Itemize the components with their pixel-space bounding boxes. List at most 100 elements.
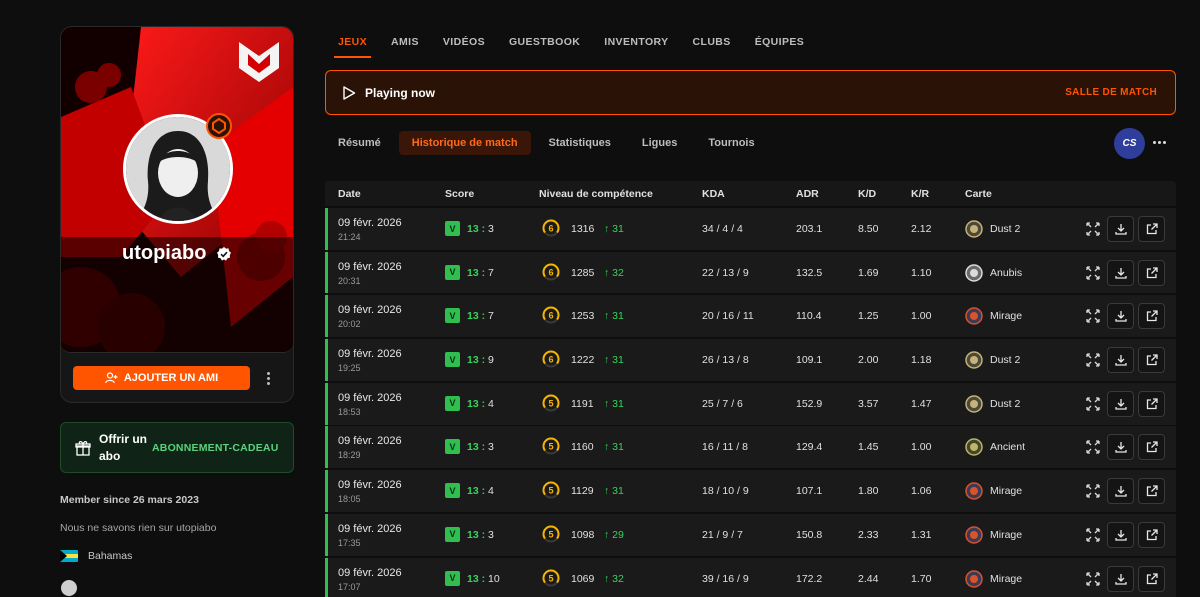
tab-jeux[interactable]: JEUX: [326, 28, 379, 58]
table-row[interactable]: 09 févr. 2026 17:07 V 13 : 10 5 1069 ↑ 32 39 / …: [325, 557, 1176, 597]
gift-icon: [75, 440, 91, 456]
score-loss: 3: [488, 528, 494, 541]
header-map: Carte: [965, 188, 992, 200]
expand-icon[interactable]: [1085, 352, 1101, 368]
expand-icon[interactable]: [1085, 308, 1101, 324]
more-options-button[interactable]: [1153, 141, 1166, 144]
expand-icon[interactable]: [1085, 439, 1101, 455]
skill-level-icon: 6: [542, 263, 560, 281]
open-match-button[interactable]: [1138, 478, 1165, 505]
table-row[interactable]: 09 févr. 2026 18:53 V 13 : 4 5 1191 ↑ 31 25 / 7…: [325, 382, 1176, 425]
elo-gain-value: 31: [612, 354, 624, 367]
open-match-button[interactable]: [1138, 434, 1165, 461]
map-name: Anubis: [990, 266, 1023, 279]
elo-gain-value: 31: [612, 397, 624, 410]
kr-value: 1.47: [911, 397, 932, 410]
map-icon: [965, 569, 983, 588]
elo-value: 1160: [571, 441, 594, 454]
open-match-button[interactable]: [1138, 216, 1165, 242]
elo-value: 1098: [571, 528, 595, 541]
map-name: Mirage: [990, 310, 1023, 323]
header-kr: K/R: [911, 188, 930, 200]
profile-more-button[interactable]: [261, 369, 275, 387]
match-time: 21:24: [338, 232, 361, 242]
score-win: 13: [467, 572, 479, 585]
external-link-icon: [1146, 572, 1158, 584]
gift-subscription-box[interactable]: Offrir un abo ABONNEMENT-CADEAU: [60, 422, 294, 473]
external-link-icon: [1146, 485, 1158, 497]
download-demo-button[interactable]: [1107, 347, 1134, 374]
kda-value: 25 / 7 / 6: [702, 397, 743, 410]
table-row[interactable]: 09 févr. 2026 20:02 V 13 : 7 6 1253 ↑ 31 20 / 1…: [325, 295, 1176, 338]
game-selector-button[interactable]: CS: [1114, 128, 1145, 159]
tab-equipes[interactable]: ÉQUIPES: [743, 28, 816, 58]
table-row[interactable]: 09 févr. 2026 17:35 V 13 : 3 5 1098 ↑ 29 21 / 9…: [325, 513, 1176, 556]
table-row[interactable]: 09 févr. 2026 20:31 V 13 : 7 6 1285 ↑ 32 22 / 1…: [325, 251, 1176, 294]
tab-amis[interactable]: AMIS: [379, 28, 431, 58]
table-row[interactable]: 09 févr. 2026 18:29 V 13 : 3 5 1160 ↑ 31 16 / 1…: [325, 426, 1176, 469]
skill-level-value: 6: [548, 267, 553, 277]
kr-value: 1.31: [911, 528, 932, 541]
subtab-match-history[interactable]: Historique de match: [398, 131, 531, 155]
map-name: Ancient: [990, 441, 1026, 454]
score-loss: 10: [488, 572, 500, 585]
download-demo-button[interactable]: [1107, 434, 1134, 461]
match-date: 09 févr. 2026: [338, 260, 402, 273]
kr-value: 2.12: [911, 223, 932, 235]
victory-badge: V: [445, 264, 460, 280]
kd-value: 2.44: [858, 572, 879, 585]
add-friend-button[interactable]: AJOUTER UN AMI: [73, 366, 250, 390]
gift-subscription-link[interactable]: ABONNEMENT-CADEAU: [152, 442, 278, 454]
expand-icon[interactable]: [1085, 396, 1101, 412]
tab-videos[interactable]: VIDÉOS: [431, 28, 497, 58]
tab-inventory[interactable]: INVENTORY: [592, 28, 680, 58]
kda-value: 39 / 16 / 9: [702, 572, 749, 585]
download-demo-button[interactable]: [1107, 303, 1134, 330]
username-row: utopiabo: [61, 242, 293, 265]
download-demo-button[interactable]: [1107, 478, 1134, 505]
header-kd: K/D: [858, 188, 877, 200]
match-date: 09 févr. 2026: [338, 391, 402, 404]
table-row[interactable]: 09 févr. 2026 19:25 V 13 : 9 6 1222 ↑ 31 26 / 1…: [325, 339, 1176, 381]
expand-icon[interactable]: [1085, 571, 1101, 587]
map-icon: [965, 526, 983, 544]
match-date: 09 févr. 2026: [338, 304, 402, 317]
adr-value: 129.4: [796, 441, 823, 454]
table-row[interactable]: 09 févr. 2026 21:24 V 13 : 3 6 1316 ↑ 31 34 / 4…: [325, 208, 1176, 250]
download-demo-button[interactable]: [1107, 521, 1134, 548]
tab-clubs[interactable]: CLUBS: [681, 28, 743, 58]
open-match-button[interactable]: [1138, 347, 1165, 374]
match-date: 09 févr. 2026: [338, 479, 402, 492]
expand-icon[interactable]: [1085, 221, 1101, 237]
download-demo-button[interactable]: [1107, 565, 1134, 592]
expand-icon[interactable]: [1085, 527, 1101, 543]
elo-value: 1191: [571, 397, 594, 410]
download-demo-button[interactable]: [1107, 259, 1134, 286]
match-score: 13 : 7: [467, 310, 494, 323]
table-row[interactable]: 09 févr. 2026 18:05 V 13 : 4 5 1129 ↑ 31 18 / 1…: [325, 470, 1176, 512]
open-match-button[interactable]: [1138, 521, 1165, 548]
match-room-link[interactable]: SALLE DE MATCH: [1065, 87, 1157, 98]
kd-value: 3.57: [858, 397, 879, 410]
steam-icon[interactable]: [61, 580, 77, 596]
map-icon: [965, 395, 983, 413]
expand-icon[interactable]: [1085, 265, 1101, 281]
skill-level-icon: 5: [542, 569, 560, 586]
tab-guestbook[interactable]: GUESTBOOK: [497, 28, 592, 58]
download-demo-button[interactable]: [1107, 216, 1134, 242]
country-name: Bahamas: [88, 550, 133, 562]
subtab-stats[interactable]: Statistiques: [536, 131, 624, 155]
subtab-resume[interactable]: Résumé: [325, 131, 394, 155]
arrow-up-icon: ↑: [604, 572, 613, 585]
open-match-button[interactable]: [1138, 565, 1165, 592]
open-match-button[interactable]: [1138, 303, 1165, 330]
score-loss: 3: [488, 223, 494, 235]
download-demo-button[interactable]: [1107, 390, 1134, 417]
elo-gain: ↑ 31: [604, 310, 624, 322]
open-match-button[interactable]: [1138, 259, 1165, 286]
subtab-tournaments[interactable]: Tournois: [695, 131, 767, 155]
open-match-button[interactable]: [1138, 390, 1165, 417]
elo-gain: ↑ 29: [604, 529, 624, 541]
expand-icon[interactable]: [1085, 483, 1101, 499]
subtab-leagues[interactable]: Ligues: [629, 131, 690, 155]
